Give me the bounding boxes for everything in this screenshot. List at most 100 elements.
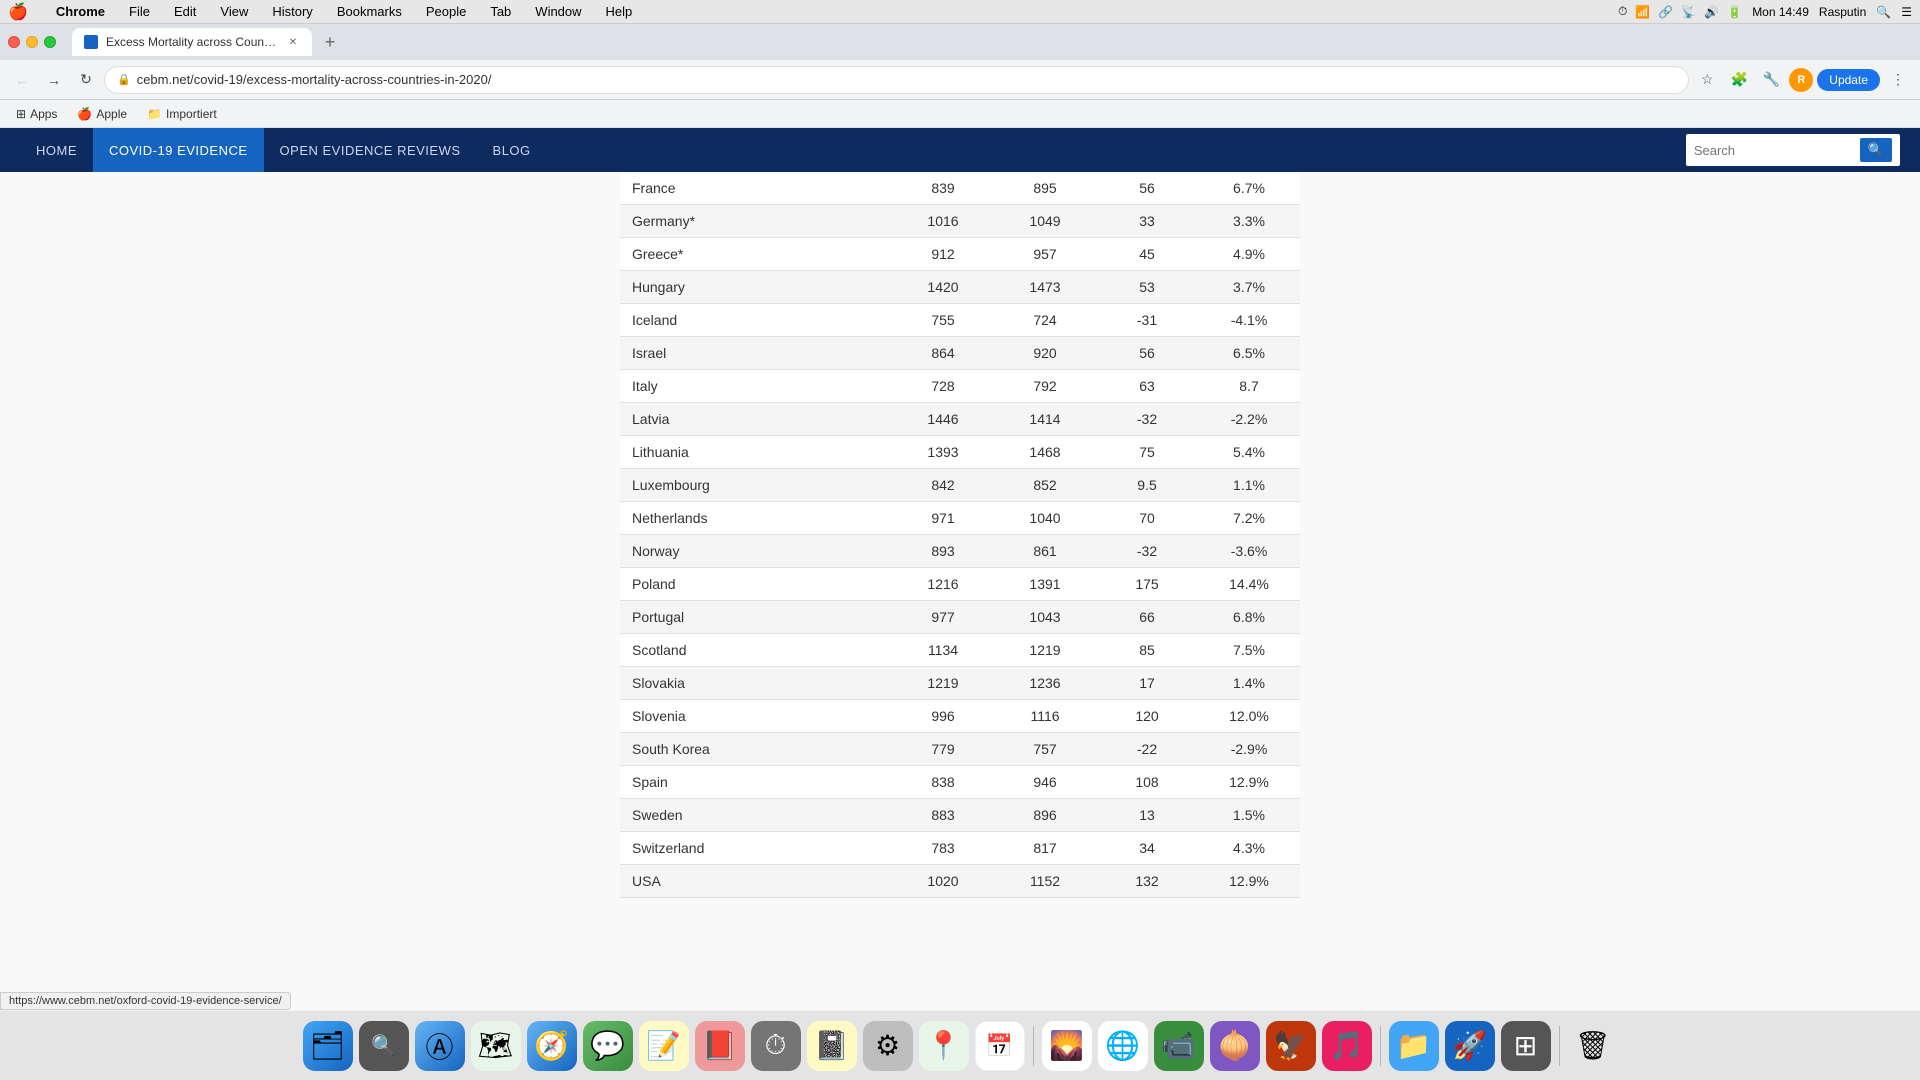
apps-bookmark[interactable]: ⊞ Apps — [8, 105, 65, 123]
col1-cell: 883 — [892, 799, 994, 832]
dock-stickies[interactable]: 📝 — [639, 1021, 689, 1071]
col4-cell: 7.5% — [1198, 634, 1300, 667]
reload-button[interactable]: ↻ — [72, 66, 100, 94]
dock-music[interactable]: 🎵 — [1322, 1021, 1372, 1071]
menubar-username[interactable]: Rasputin — [1819, 5, 1866, 19]
menubar-window[interactable]: Window — [531, 2, 585, 21]
country-cell: South Korea — [620, 733, 892, 766]
dock-maps[interactable]: 🗺 — [471, 1021, 521, 1071]
apple-bookmark[interactable]: 🍎 Apple — [69, 105, 135, 123]
address-bar[interactable]: 🔒 cebm.net/covid-19/excess-mortality-acr… — [104, 66, 1689, 94]
col2-cell: 1414 — [994, 403, 1096, 436]
notification-icon[interactable]: ☰ — [1901, 5, 1912, 19]
table-row: Spain 838 946 108 12.9% — [620, 766, 1300, 799]
nav-blog[interactable]: BLOG — [477, 128, 547, 172]
main-content[interactable]: France 839 895 56 6.7% Germany* 1016 104… — [0, 172, 1920, 1080]
menubar-chrome[interactable]: Chrome — [52, 2, 109, 21]
col2-cell: 957 — [994, 238, 1096, 271]
nav-covid[interactable]: COVID-19 EVIDENCE — [93, 128, 264, 172]
dock-sysprefs[interactable]: ⚙ — [863, 1021, 913, 1071]
dock-launchpad[interactable]: 🚀 — [1445, 1021, 1495, 1071]
minimize-button[interactable] — [26, 36, 38, 48]
country-cell: Slovakia — [620, 667, 892, 700]
titlebar: Excess Mortality across Count… ✕ + — [0, 24, 1920, 60]
col4-cell: 5.4% — [1198, 436, 1300, 469]
country-cell: Luxembourg — [620, 469, 892, 502]
nav-open-evidence[interactable]: OPEN EVIDENCE REVIEWS — [264, 128, 477, 172]
menubar-tab[interactable]: Tab — [486, 2, 515, 21]
table-row: Iceland 755 724 -31 -4.1% — [620, 304, 1300, 337]
dock-safari[interactable]: 🧭 — [527, 1021, 577, 1071]
dock-icon8[interactable]: 🦅 — [1266, 1021, 1316, 1071]
dock-timemachine[interactable]: ⏱ — [751, 1021, 801, 1071]
dock-windowmgr[interactable]: ⊞ — [1501, 1021, 1551, 1071]
table-container: France 839 895 56 6.7% Germany* 1016 104… — [620, 172, 1300, 898]
col3-cell: -32 — [1096, 535, 1198, 568]
network-icon: 🔗 — [1658, 5, 1673, 19]
menubar-view[interactable]: View — [216, 2, 252, 21]
dock-maps2[interactable]: 📍 — [919, 1021, 969, 1071]
apple-label: Apple — [96, 107, 127, 121]
active-tab[interactable]: Excess Mortality across Count… ✕ — [72, 28, 312, 56]
url-text: cebm.net/covid-19/excess-mortality-acros… — [137, 72, 492, 87]
menubar-help[interactable]: Help — [602, 2, 637, 21]
search-menubar-icon[interactable]: 🔍 — [1876, 5, 1891, 19]
col2-cell: 1219 — [994, 634, 1096, 667]
apple-menu-icon[interactable]: 🍎 — [8, 2, 28, 22]
dock-calendar[interactable]: 📅 — [975, 1021, 1025, 1071]
tab-close-button[interactable]: ✕ — [286, 35, 300, 49]
update-button[interactable]: Update — [1817, 69, 1880, 91]
menubar-people[interactable]: People — [422, 2, 470, 21]
site-nav-links: HOME COVID-19 EVIDENCE OPEN EVIDENCE REV… — [20, 128, 547, 172]
menu-button[interactable]: ⋮ — [1884, 66, 1912, 94]
menubar-bookmarks[interactable]: Bookmarks — [333, 2, 406, 21]
col1-cell: 1219 — [892, 667, 994, 700]
profile-avatar[interactable]: R — [1789, 68, 1813, 92]
dock-chrome[interactable]: 🌐 — [1098, 1021, 1148, 1071]
maximize-button[interactable] — [44, 36, 56, 48]
menubar-file[interactable]: File — [125, 2, 154, 21]
menubar-edit[interactable]: Edit — [170, 2, 200, 21]
col4-cell: 12.0% — [1198, 700, 1300, 733]
back-button[interactable]: ← — [8, 66, 36, 94]
dock-messages[interactable]: 💬 — [583, 1021, 633, 1071]
dock-facetime[interactable]: 📹 — [1154, 1021, 1204, 1071]
dock-spotlight[interactable]: 🔍 — [359, 1021, 409, 1071]
col3-cell: -22 — [1096, 733, 1198, 766]
dock-photos[interactable]: 🌄 — [1042, 1021, 1092, 1071]
country-cell: Iceland — [620, 304, 892, 337]
table-row: Italy 728 792 63 8.7 — [620, 370, 1300, 403]
apple-bookmark-icon: 🍎 — [77, 107, 92, 121]
dock-appstore[interactable]: Ⓐ — [415, 1021, 465, 1071]
dock-pdf[interactable]: 📕 — [695, 1021, 745, 1071]
nav-home[interactable]: HOME — [20, 128, 93, 172]
close-button[interactable] — [8, 36, 20, 48]
bookmark-star-button[interactable]: ☆ — [1693, 66, 1721, 94]
dock-trash[interactable]: 🗑 — [1568, 1021, 1618, 1071]
col2-cell: 861 — [994, 535, 1096, 568]
col1-cell: 912 — [892, 238, 994, 271]
col2-cell: 724 — [994, 304, 1096, 337]
col3-cell: 70 — [1096, 502, 1198, 535]
search-input[interactable] — [1694, 143, 1854, 158]
col1-cell: 1393 — [892, 436, 994, 469]
search-button[interactable]: 🔍 — [1860, 138, 1892, 162]
importiert-bookmark[interactable]: 📁 Importiert — [139, 105, 225, 123]
forward-button[interactable]: → — [40, 66, 68, 94]
col4-cell: 3.3% — [1198, 205, 1300, 238]
col2-cell: 1391 — [994, 568, 1096, 601]
dock-notes[interactable]: 📓 — [807, 1021, 857, 1071]
extension2-button[interactable]: 🔧 — [1757, 66, 1785, 94]
site-search[interactable]: 🔍 — [1686, 134, 1900, 166]
extension-button[interactable]: 🧩 — [1725, 66, 1753, 94]
dock-finder[interactable]: 🗂 — [303, 1021, 353, 1071]
dock-divider — [1033, 1026, 1034, 1066]
dock-files[interactable]: 📁 — [1389, 1021, 1439, 1071]
country-cell: Netherlands — [620, 502, 892, 535]
menubar-history[interactable]: History — [268, 2, 316, 21]
lock-icon: 🔒 — [117, 73, 131, 86]
new-tab-button[interactable]: + — [316, 28, 344, 56]
col3-cell: 56 — [1096, 172, 1198, 205]
dock-tor[interactable]: 🧅 — [1210, 1021, 1260, 1071]
col4-cell: 7.2% — [1198, 502, 1300, 535]
